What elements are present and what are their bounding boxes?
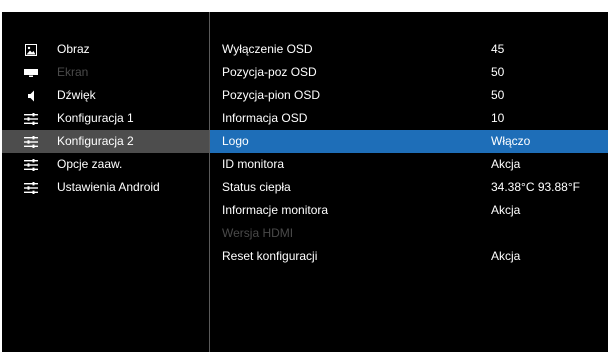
osd-menu: Obraz Ekran Dźwięk Konfiguracja 1 Konfig… — [2, 12, 608, 352]
setting-value: 10 — [491, 111, 505, 125]
menu-item-obraz[interactable]: Obraz — [2, 38, 209, 61]
setting-id-monitora[interactable]: ID monitora Akcja — [210, 153, 608, 176]
setting-label: Status ciepła — [222, 180, 291, 194]
setting-logo[interactable]: Logo Włączo — [210, 130, 608, 153]
menu-item-label: Konfiguracja 1 — [57, 111, 134, 125]
menu-item-label: Ustawienia Android — [57, 180, 160, 194]
setting-label: Informacja OSD — [222, 111, 308, 125]
menu-item-konfiguracja-1[interactable]: Konfiguracja 1 — [2, 107, 209, 130]
setting-label: Wersja HDMI — [222, 226, 294, 240]
setting-label: Wyłączenie OSD — [222, 42, 313, 56]
menu-item-label: Ekran — [57, 65, 89, 79]
menu-item-label: Dźwięk — [57, 88, 96, 102]
sliders-icon — [24, 181, 38, 194]
menu-item-label: Obraz — [57, 42, 90, 56]
menu-item-label: Konfiguracja 2 — [57, 134, 134, 148]
menu-item-opcje-zaaw[interactable]: Opcje zaaw. — [2, 153, 209, 176]
setting-value: 50 — [491, 65, 505, 79]
setting-value: 50 — [491, 88, 505, 102]
menu-item-ustawienia-android[interactable]: Ustawienia Android — [2, 176, 209, 199]
menu-item-dzwiek[interactable]: Dźwięk — [2, 84, 209, 107]
screen-icon — [24, 66, 38, 79]
setting-value: Akcja — [491, 249, 521, 263]
sliders-icon — [24, 135, 38, 148]
setting-informacje-monitora[interactable]: Informacje monitora Akcja — [210, 199, 608, 222]
setting-wersja-hdmi[interactable]: Wersja HDMI — [210, 222, 608, 245]
setting-reset-konfiguracji[interactable]: Reset konfiguracji Akcja — [210, 245, 608, 268]
menu-item-ekran[interactable]: Ekran — [2, 61, 209, 84]
menu-item-konfiguracja-2[interactable]: Konfiguracja 2 — [2, 130, 209, 153]
setting-label: Pozycja-pion OSD — [222, 88, 321, 102]
setting-label: ID monitora — [222, 157, 285, 171]
setting-value: Akcja — [491, 157, 521, 171]
settings-list: Wyłączenie OSD 45 Pozycja-poz OSD 50 Poz… — [210, 12, 608, 352]
setting-label: Logo — [222, 134, 249, 148]
setting-pozycja-pion-osd[interactable]: Pozycja-pion OSD 50 — [210, 84, 608, 107]
setting-label: Pozycja-poz OSD — [222, 65, 317, 79]
setting-wylaczenie-osd[interactable]: Wyłączenie OSD 45 — [210, 38, 608, 61]
category-menu: Obraz Ekran Dźwięk Konfiguracja 1 Konfig… — [2, 12, 209, 352]
setting-value: Akcja — [491, 203, 521, 217]
menu-item-label: Opcje zaaw. — [57, 157, 123, 171]
setting-status-ciepla[interactable]: Status ciepła 34.38°C 93.88°F — [210, 176, 608, 199]
setting-value: Włączo — [491, 134, 531, 148]
speaker-icon — [24, 89, 38, 102]
setting-label: Informacje monitora — [222, 203, 329, 217]
sliders-icon — [24, 158, 38, 171]
setting-pozycja-poz-osd[interactable]: Pozycja-poz OSD 50 — [210, 61, 608, 84]
image-icon — [24, 43, 38, 56]
setting-value: 34.38°C 93.88°F — [491, 180, 580, 194]
setting-label: Reset konfiguracji — [222, 249, 318, 263]
sliders-icon — [24, 112, 38, 125]
setting-informacja-osd[interactable]: Informacja OSD 10 — [210, 107, 608, 130]
setting-value: 45 — [491, 42, 505, 56]
